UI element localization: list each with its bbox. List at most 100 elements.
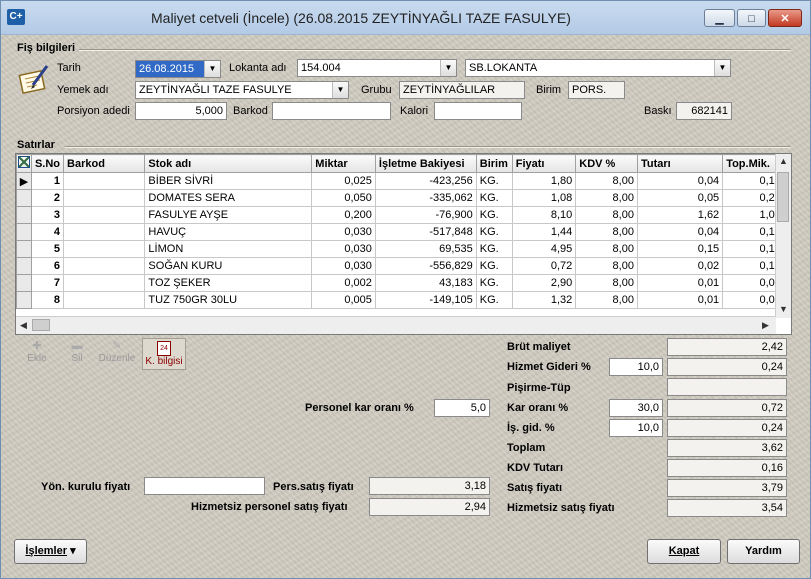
col-header-tutar[interactable]: Tutarı — [636, 154, 724, 173]
barkod-field[interactable] — [272, 102, 391, 120]
cell-barkod[interactable] — [63, 206, 146, 224]
grid-settings-icon[interactable] — [16, 154, 32, 173]
col-header-birim[interactable]: Birim — [475, 154, 513, 173]
cell-sno[interactable]: 8 — [30, 291, 65, 309]
pisirme-tup-field[interactable] — [667, 378, 787, 396]
cell-birim[interactable]: KG. — [475, 206, 513, 224]
cell-kdv[interactable]: 8,00 — [575, 291, 638, 309]
cell-stok[interactable]: LİMON — [144, 240, 313, 258]
cell-stok[interactable]: TUZ 750GR 30LU — [144, 291, 313, 309]
cell-stok[interactable]: HAVUÇ — [144, 223, 313, 241]
cell-sno[interactable]: 1 — [30, 172, 65, 190]
birim-field[interactable]: PORS. — [568, 81, 625, 99]
cell-tutar[interactable]: 0,01 — [636, 274, 724, 292]
grid-horizontal-scrollbar[interactable]: ◀ ▶ — [16, 316, 776, 334]
cell-sno[interactable]: 3 — [30, 206, 65, 224]
edit-button[interactable]: ✎ Düzenle — [96, 339, 138, 369]
yon-kurulu-field[interactable] — [144, 477, 265, 495]
cell-miktar[interactable]: 0,030 — [311, 257, 376, 275]
cell-barkod[interactable] — [63, 274, 146, 292]
scroll-down-icon[interactable]: ▼ — [779, 304, 788, 314]
col-header-miktar[interactable]: Miktar — [311, 154, 376, 173]
cell-birim[interactable]: KG. — [475, 189, 513, 207]
horizontal-scroll-thumb[interactable] — [32, 319, 50, 331]
cell-kdv[interactable]: 8,00 — [575, 206, 638, 224]
cell-kdv[interactable]: 8,00 — [575, 189, 638, 207]
cell-tutar[interactable]: 1,62 — [636, 206, 724, 224]
hizmetsiz-satis-field[interactable]: 3,54 — [667, 499, 787, 517]
cell-miktar[interactable]: 0,200 — [311, 206, 376, 224]
cell-kdv[interactable]: 8,00 — [575, 223, 638, 241]
cell-fiyat[interactable]: 4,95 — [511, 240, 577, 258]
cell-birim[interactable]: KG. — [475, 172, 513, 190]
cell-bakiye[interactable]: -423,256 — [374, 172, 477, 190]
cell-barkod[interactable] — [63, 223, 146, 241]
cell-birim[interactable]: KG. — [475, 223, 513, 241]
cell-stok[interactable]: SOĞAN KURU — [144, 257, 313, 275]
cell-kdv[interactable]: 8,00 — [575, 240, 638, 258]
table-row[interactable]: 8 TUZ 750GR 30LU 0,005 -149,105 KG. 1,32… — [16, 291, 791, 309]
minimize-button[interactable]: ▁ — [704, 9, 735, 27]
cell-miktar[interactable]: 0,002 — [311, 274, 376, 292]
cell-sno[interactable]: 4 — [30, 223, 65, 241]
porsiyon-field[interactable]: 5,000 — [135, 102, 227, 120]
table-row[interactable]: ▶ 1 BİBER SİVRİ 0,025 -423,256 KG. 1,80 … — [16, 172, 791, 190]
tarih-date-field[interactable]: 26.08.2015 ▼ — [135, 60, 221, 78]
chevron-down-icon[interactable]: ▼ — [332, 82, 348, 98]
table-row[interactable]: 5 LİMON 0,030 69,535 KG. 4,95 8,00 0,15 … — [16, 240, 791, 258]
lokanta-name-select[interactable]: SB.LOKANTA ▼ — [465, 59, 731, 77]
cell-fiyat[interactable]: 1,32 — [511, 291, 577, 309]
kalori-field[interactable] — [434, 102, 522, 120]
col-header-stok[interactable]: Stok adı — [144, 154, 313, 173]
cell-barkod[interactable] — [63, 291, 146, 309]
cell-tutar[interactable]: 0,01 — [636, 291, 724, 309]
cell-fiyat[interactable]: 1,44 — [511, 223, 577, 241]
cell-sno[interactable]: 7 — [30, 274, 65, 292]
lokanta-code-select[interactable]: 154.004 ▼ — [297, 59, 457, 77]
cell-stok[interactable]: FASULYE AYŞE — [144, 206, 313, 224]
k-bilgisi-button[interactable]: 24 K. bilgisi — [142, 338, 186, 370]
cell-kdv[interactable]: 8,00 — [575, 257, 638, 275]
cell-sno[interactable]: 5 — [30, 240, 65, 258]
cell-barkod[interactable] — [63, 257, 146, 275]
personel-kar-field[interactable]: 5,0 — [434, 399, 490, 417]
cell-fiyat[interactable]: 0,72 — [511, 257, 577, 275]
close-button[interactable]: ✕ — [768, 9, 802, 27]
cell-tutar[interactable]: 0,05 — [636, 189, 724, 207]
cell-sno[interactable]: 2 — [30, 189, 65, 207]
cell-stok[interactable]: DOMATES SERA — [144, 189, 313, 207]
cell-birim[interactable]: KG. — [475, 257, 513, 275]
table-row[interactable]: 2 DOMATES SERA 0,050 -335,062 KG. 1,08 8… — [16, 189, 791, 207]
col-header-sno[interactable]: S.No — [30, 154, 65, 173]
cell-tutar[interactable]: 0,15 — [636, 240, 724, 258]
cell-bakiye[interactable]: -517,848 — [374, 223, 477, 241]
cell-barkod[interactable] — [63, 240, 146, 258]
cell-barkod[interactable] — [63, 172, 146, 190]
cell-bakiye[interactable]: -149,105 — [374, 291, 477, 309]
cell-bakiye[interactable]: -76,900 — [374, 206, 477, 224]
hizmetsiz-pers-field[interactable]: 2,94 — [369, 498, 490, 516]
cell-barkod[interactable] — [63, 189, 146, 207]
cell-kdv[interactable]: 8,00 — [575, 172, 638, 190]
cell-sno[interactable]: 6 — [30, 257, 65, 275]
yemek-select[interactable]: ZEYTİNYAĞLI TAZE FASULYE ▼ — [135, 81, 349, 99]
grubu-field[interactable]: ZEYTİNYAĞLILAR — [399, 81, 525, 99]
scroll-right-icon[interactable]: ▶ — [762, 320, 769, 331]
col-header-fiyat[interactable]: Fiyatı — [511, 154, 577, 173]
add-button[interactable]: ✚ Ekle — [16, 339, 58, 369]
cell-miktar[interactable]: 0,025 — [311, 172, 376, 190]
table-row[interactable]: 6 SOĞAN KURU 0,030 -556,829 KG. 0,72 8,0… — [16, 257, 791, 275]
hizmet-gideri-field[interactable]: 0,24 — [667, 358, 787, 376]
grid-vertical-scrollbar[interactable]: ▲ ▼ — [775, 154, 791, 318]
col-header-bakiye[interactable]: İşletme Bakiyesi — [374, 154, 477, 173]
hizmet-gideri-pct-field[interactable]: 10,0 — [609, 358, 663, 376]
table-row[interactable]: 4 HAVUÇ 0,030 -517,848 KG. 1,44 8,00 0,0… — [16, 223, 791, 241]
kdv-tutari-field[interactable]: 0,16 — [667, 459, 787, 477]
cell-tutar[interactable]: 0,04 — [636, 223, 724, 241]
table-row[interactable]: 3 FASULYE AYŞE 0,200 -76,900 KG. 8,10 8,… — [16, 206, 791, 224]
brut-maliyet-field[interactable]: 2,42 — [667, 338, 787, 356]
chevron-down-icon[interactable]: ▼ — [204, 61, 220, 77]
table-row[interactable]: 7 TOZ ŞEKER 0,002 43,183 KG. 2,90 8,00 0… — [16, 274, 791, 292]
cell-miktar[interactable]: 0,030 — [311, 240, 376, 258]
scroll-left-icon[interactable]: ◀ — [20, 320, 27, 331]
